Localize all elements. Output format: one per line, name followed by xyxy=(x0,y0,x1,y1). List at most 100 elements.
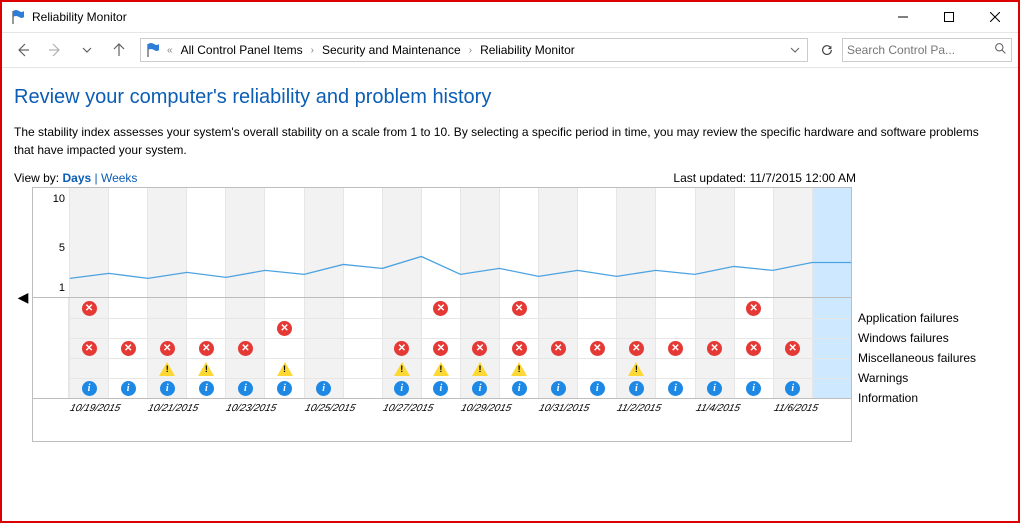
event-cell[interactable]: ✕ xyxy=(695,339,734,358)
event-cell[interactable] xyxy=(147,359,186,378)
chart-day-column[interactable] xyxy=(225,188,264,297)
event-cell[interactable] xyxy=(264,298,303,318)
back-button[interactable] xyxy=(8,35,38,65)
event-cell[interactable]: i xyxy=(264,379,303,398)
event-cell[interactable] xyxy=(69,359,108,378)
event-cell[interactable]: i xyxy=(460,379,499,398)
chart-day-column[interactable] xyxy=(734,188,773,297)
chart-day-column[interactable] xyxy=(304,188,343,297)
view-weeks-link[interactable]: Weeks xyxy=(101,171,137,185)
event-cell[interactable]: ✕ xyxy=(147,339,186,358)
event-cell[interactable]: i xyxy=(499,379,538,398)
chart-day-column[interactable] xyxy=(499,188,538,297)
event-cell[interactable] xyxy=(577,298,616,318)
chart-day-column[interactable] xyxy=(695,188,734,297)
event-cell[interactable] xyxy=(538,319,577,338)
event-cell[interactable] xyxy=(812,359,851,378)
event-cell[interactable]: i xyxy=(773,379,812,398)
reliability-chart[interactable]: 10 5 1 ✕✕✕✕✕✕✕✕✕✕✕✕✕✕✕✕✕✕✕✕✕iiiiiiiiiiii… xyxy=(32,187,852,442)
event-cell[interactable] xyxy=(773,319,812,338)
event-cell[interactable]: ✕ xyxy=(734,298,773,318)
event-cell[interactable]: ✕ xyxy=(186,339,225,358)
chevron-right-icon[interactable]: › xyxy=(309,45,316,56)
chart-day-column[interactable] xyxy=(773,188,812,297)
event-cell[interactable] xyxy=(616,319,655,338)
event-cell[interactable]: ✕ xyxy=(460,339,499,358)
close-button[interactable] xyxy=(972,2,1018,32)
event-cell[interactable] xyxy=(773,298,812,318)
event-cell[interactable] xyxy=(108,298,147,318)
event-cell[interactable]: i xyxy=(616,379,655,398)
event-cell[interactable] xyxy=(499,359,538,378)
event-cell[interactable] xyxy=(304,319,343,338)
event-cell[interactable] xyxy=(264,339,303,358)
event-cell[interactable]: ✕ xyxy=(499,339,538,358)
event-cell[interactable] xyxy=(225,298,264,318)
event-cell[interactable] xyxy=(460,359,499,378)
breadcrumb[interactable]: « All Control Panel Items › Security and… xyxy=(140,38,808,62)
event-cell[interactable] xyxy=(812,379,851,398)
event-cell[interactable] xyxy=(382,319,421,338)
event-cell[interactable] xyxy=(421,359,460,378)
event-cell[interactable]: ✕ xyxy=(577,339,616,358)
breadcrumb-item[interactable]: All Control Panel Items xyxy=(179,41,305,59)
event-cell[interactable] xyxy=(499,319,538,338)
event-cell[interactable]: i xyxy=(734,379,773,398)
event-cell[interactable] xyxy=(304,298,343,318)
event-cell[interactable] xyxy=(421,319,460,338)
event-cell[interactable]: ✕ xyxy=(734,339,773,358)
chart-day-column[interactable] xyxy=(264,188,303,297)
event-cell[interactable] xyxy=(616,359,655,378)
event-cell[interactable] xyxy=(538,298,577,318)
event-cell[interactable] xyxy=(460,319,499,338)
chart-day-column[interactable] xyxy=(382,188,421,297)
chart-day-column[interactable] xyxy=(577,188,616,297)
event-cell[interactable]: ✕ xyxy=(382,339,421,358)
event-cell[interactable] xyxy=(225,359,264,378)
event-cell[interactable]: i xyxy=(147,379,186,398)
event-cell[interactable] xyxy=(225,319,264,338)
event-cell[interactable] xyxy=(616,298,655,318)
scroll-left-button[interactable]: ◀ xyxy=(14,187,32,407)
event-cell[interactable] xyxy=(304,359,343,378)
event-cell[interactable]: i xyxy=(421,379,460,398)
event-cell[interactable] xyxy=(186,359,225,378)
chart-day-column[interactable] xyxy=(460,188,499,297)
event-cell[interactable] xyxy=(186,298,225,318)
chart-day-column[interactable] xyxy=(538,188,577,297)
event-cell[interactable]: i xyxy=(108,379,147,398)
event-cell[interactable] xyxy=(108,319,147,338)
event-cell[interactable] xyxy=(382,359,421,378)
breadcrumb-item[interactable]: Security and Maintenance xyxy=(320,41,463,59)
event-cell[interactable]: ✕ xyxy=(499,298,538,318)
up-button[interactable] xyxy=(104,35,134,65)
event-cell[interactable]: ✕ xyxy=(616,339,655,358)
event-cell[interactable]: i xyxy=(695,379,734,398)
refresh-button[interactable] xyxy=(814,38,840,62)
chart-day-column[interactable] xyxy=(812,188,851,297)
event-cell[interactable] xyxy=(69,319,108,338)
breadcrumb-overflow[interactable]: « xyxy=(165,45,175,56)
event-cell[interactable] xyxy=(577,319,616,338)
chart-day-column[interactable] xyxy=(69,188,108,297)
chevron-down-icon[interactable] xyxy=(787,45,803,55)
event-cell[interactable] xyxy=(147,319,186,338)
event-cell[interactable]: ✕ xyxy=(69,298,108,318)
breadcrumb-item[interactable]: Reliability Monitor xyxy=(478,41,577,59)
search-input[interactable]: Search Control Pa... xyxy=(842,38,1012,62)
event-cell[interactable] xyxy=(734,359,773,378)
chart-day-column[interactable] xyxy=(343,188,382,297)
event-cell[interactable] xyxy=(304,339,343,358)
event-cell[interactable]: i xyxy=(186,379,225,398)
recent-dropdown-button[interactable] xyxy=(72,35,102,65)
minimize-button[interactable] xyxy=(880,2,926,32)
event-cell[interactable]: ✕ xyxy=(69,339,108,358)
event-cell[interactable] xyxy=(343,298,382,318)
chart-day-column[interactable] xyxy=(108,188,147,297)
event-cell[interactable] xyxy=(812,339,851,358)
event-cell[interactable]: i xyxy=(382,379,421,398)
event-cell[interactable]: i xyxy=(304,379,343,398)
event-cell[interactable]: i xyxy=(577,379,616,398)
event-cell[interactable]: ✕ xyxy=(655,339,694,358)
chevron-right-icon[interactable]: › xyxy=(467,45,474,56)
